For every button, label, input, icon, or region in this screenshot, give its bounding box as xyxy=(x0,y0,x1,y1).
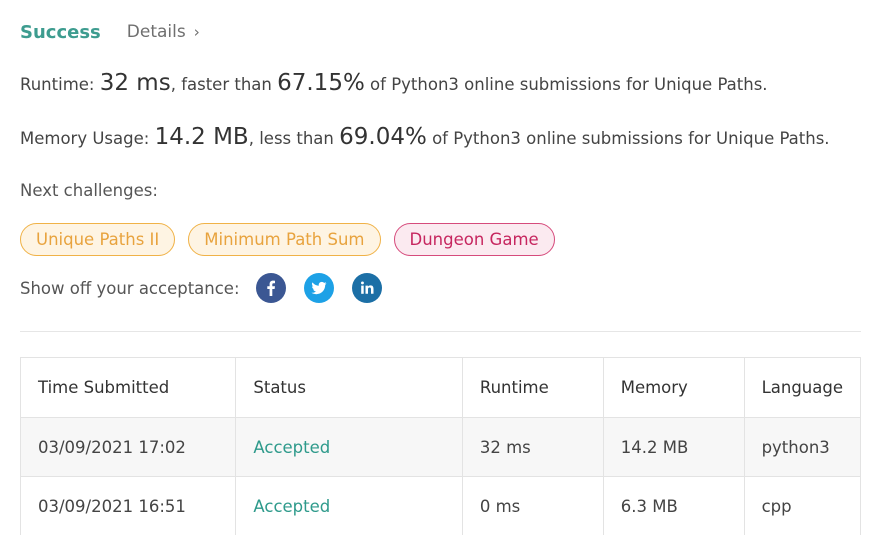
challenge-tag-unique-paths-ii[interactable]: Unique Paths II xyxy=(20,223,176,256)
chevron-right-icon: › xyxy=(193,23,200,41)
details-link[interactable]: Details › xyxy=(127,22,200,42)
memory-summary: Memory Usage: 14.2 MB, less than 69.04% … xyxy=(20,124,830,150)
runtime-percent: 67.15% xyxy=(277,70,365,96)
challenge-tag-minimum-path-sum[interactable]: Minimum Path Sum xyxy=(188,223,381,256)
facebook-icon[interactable] xyxy=(256,273,286,303)
runtime-label: Runtime: xyxy=(20,75,100,94)
share-label: Show off your acceptance: xyxy=(20,279,240,298)
next-challenges-list: Unique Paths II Minimum Path Sum Dungeon… xyxy=(20,223,555,256)
column-header-memory[interactable]: Memory xyxy=(602,357,745,418)
cell-time-submitted: 03/09/2021 17:02 xyxy=(19,417,237,477)
twitter-icon[interactable] xyxy=(304,273,334,303)
share-buttons xyxy=(256,273,382,303)
details-label: Details xyxy=(126,22,186,42)
table-header-row: Time Submitted Status Runtime Memory Lan… xyxy=(19,357,862,418)
cell-language: cpp xyxy=(743,476,862,535)
runtime-summary: Runtime: 32 ms, faster than 67.15% of Py… xyxy=(20,70,768,96)
section-divider xyxy=(20,331,861,332)
challenge-tag-dungeon-game[interactable]: Dungeon Game xyxy=(393,223,555,256)
memory-value: 14.2 MB xyxy=(154,124,249,150)
memory-label: Memory Usage: xyxy=(20,129,155,148)
status-accepted-link[interactable]: Accepted xyxy=(253,438,330,457)
cell-runtime: 32 ms xyxy=(461,417,604,477)
status-accepted-link[interactable]: Accepted xyxy=(253,497,330,516)
submissions-table: Time Submitted Status Runtime Memory Lan… xyxy=(19,357,862,535)
memory-suffix: of Python3 online submissions for Unique… xyxy=(426,129,830,148)
status-success-label: Success xyxy=(20,21,101,43)
cell-status: Accepted xyxy=(235,476,463,535)
column-header-status[interactable]: Status xyxy=(235,357,463,418)
table-row: 03/09/2021 16:51 Accepted 0 ms 6.3 MB cp… xyxy=(19,476,862,535)
runtime-value: 32 ms xyxy=(99,70,171,96)
cell-status: Accepted xyxy=(235,417,463,477)
memory-percent: 69.04% xyxy=(339,124,427,150)
column-header-language[interactable]: Language xyxy=(743,357,862,418)
memory-mid-text: , less than xyxy=(248,129,340,148)
submission-result-page: Success Details › Runtime: 32 ms, faster… xyxy=(0,0,877,535)
runtime-suffix: of Python3 online submissions for Unique… xyxy=(364,75,768,94)
next-challenges-label: Next challenges: xyxy=(20,181,158,200)
result-header: Success Details › xyxy=(20,19,200,45)
cell-runtime: 0 ms xyxy=(461,476,604,535)
cell-language: python3 xyxy=(743,417,862,477)
runtime-mid-text: , faster than xyxy=(170,75,278,94)
cell-memory: 6.3 MB xyxy=(602,476,745,535)
column-header-runtime[interactable]: Runtime xyxy=(461,357,604,418)
column-header-time-submitted[interactable]: Time Submitted xyxy=(19,357,237,418)
table-row: 03/09/2021 17:02 Accepted 32 ms 14.2 MB … xyxy=(19,417,862,477)
cell-time-submitted: 03/09/2021 16:51 xyxy=(19,476,237,535)
cell-memory: 14.2 MB xyxy=(602,417,745,477)
linkedin-icon[interactable] xyxy=(352,273,382,303)
